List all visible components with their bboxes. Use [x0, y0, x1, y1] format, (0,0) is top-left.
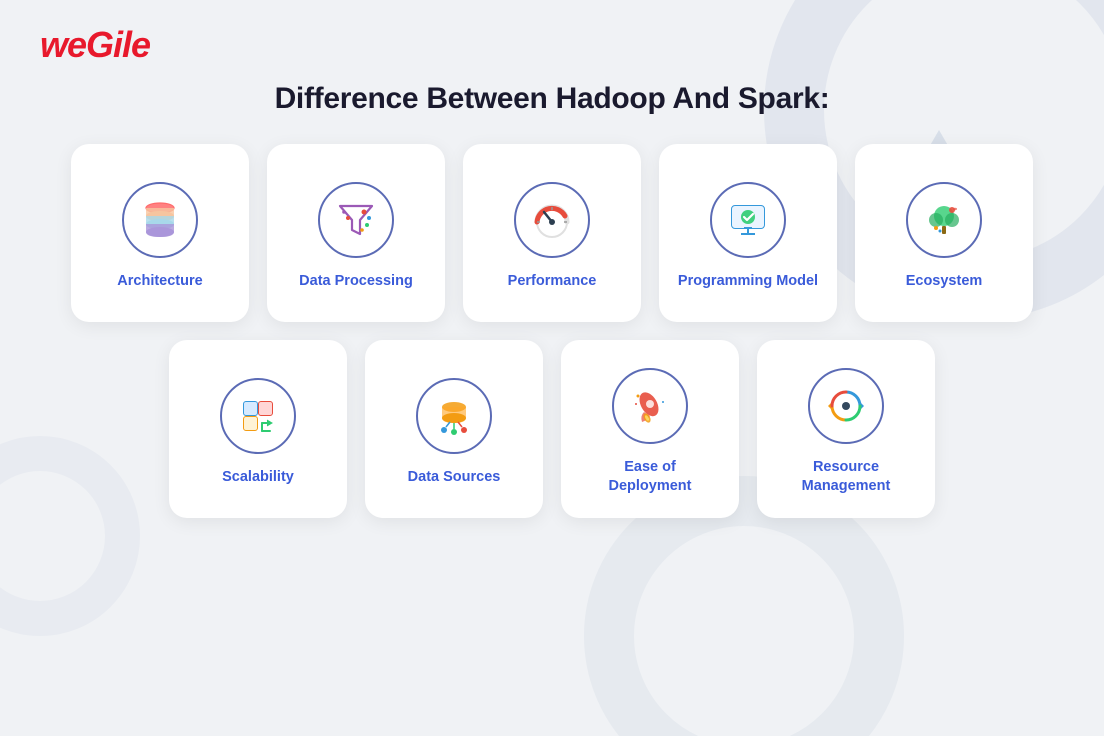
- resource-management-icon-circle: [808, 368, 884, 444]
- bottom-row: Scalability Data Sources: [40, 340, 1064, 518]
- ease-of-deployment-icon-circle: [612, 368, 688, 444]
- performance-label: Performance: [508, 272, 597, 291]
- card-ecosystem[interactable]: Ecosystem: [855, 144, 1033, 322]
- data-sources-icon: [432, 394, 476, 438]
- card-ease-of-deployment[interactable]: Ease of Deployment: [561, 340, 739, 518]
- logo-text: weGile: [40, 24, 150, 66]
- data-processing-icon-circle: [318, 182, 394, 258]
- programming-model-label: Programming Model: [678, 272, 818, 291]
- page-title: Difference Between Hadoop And Spark:: [40, 82, 1064, 116]
- performance-icon-circle: [514, 182, 590, 258]
- ecosystem-icon-circle: [906, 182, 982, 258]
- card-programming-model[interactable]: Programming Model: [659, 144, 837, 322]
- scalability-icon: [236, 394, 280, 438]
- resource-management-label: Resource Management: [802, 458, 891, 496]
- resource-management-icon: [824, 384, 868, 428]
- scalability-label: Scalability: [222, 468, 294, 487]
- card-performance[interactable]: Performance: [463, 144, 641, 322]
- card-data-sources[interactable]: Data Sources: [365, 340, 543, 518]
- programming-model-icon-circle: [710, 182, 786, 258]
- architecture-icon-circle: [122, 182, 198, 258]
- card-data-processing[interactable]: Data Processing: [267, 144, 445, 322]
- architecture-icon: [138, 198, 182, 242]
- ecosystem-label: Ecosystem: [906, 272, 983, 291]
- main-content: weGile Difference Between Hadoop And Spa…: [0, 0, 1104, 538]
- ease-of-deployment-label: Ease of Deployment: [609, 458, 692, 496]
- card-resource-management[interactable]: Resource Management: [757, 340, 935, 518]
- data-processing-icon: [334, 198, 378, 242]
- data-sources-label: Data Sources: [408, 468, 501, 487]
- logo: weGile: [40, 24, 1064, 66]
- performance-icon: [530, 198, 574, 242]
- top-row: Architecture Data Processing: [40, 144, 1064, 322]
- data-sources-icon-circle: [416, 378, 492, 454]
- scalability-icon-circle: [220, 378, 296, 454]
- card-scalability[interactable]: Scalability: [169, 340, 347, 518]
- programming-model-icon: [726, 198, 770, 242]
- card-architecture[interactable]: Architecture: [71, 144, 249, 322]
- data-processing-label: Data Processing: [299, 272, 413, 291]
- ecosystem-icon: [922, 198, 966, 242]
- ease-of-deployment-icon: [628, 384, 672, 428]
- architecture-label: Architecture: [117, 272, 202, 291]
